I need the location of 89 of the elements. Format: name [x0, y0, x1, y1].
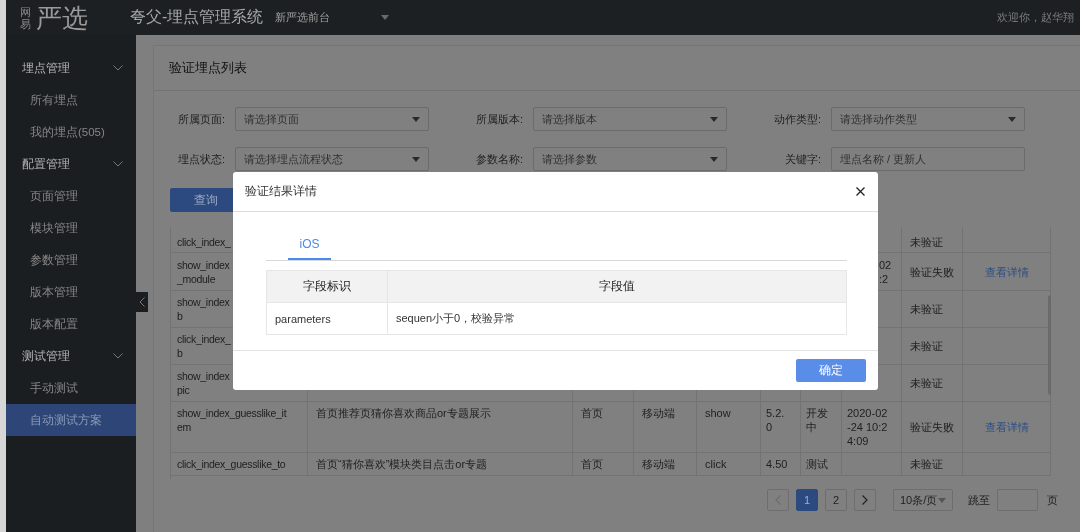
placeholder-text: 请选择版本 [542, 111, 597, 127]
card-title: 验证埋点列表 [169, 59, 247, 77]
detail-link[interactable]: 查看详情 [963, 253, 1051, 290]
group-title: 测试管理 [22, 348, 70, 364]
column-header: 字段值 [598, 278, 636, 295]
logo-text: 网易 [20, 5, 32, 30]
field-label: 所属页面: [176, 111, 226, 127]
sidebar-group[interactable]: 埋点管理 [6, 52, 136, 84]
select-field[interactable]: 请选择参数 [533, 147, 727, 171]
table-cell: show [697, 402, 761, 452]
jump-label: 跳至 [968, 492, 990, 508]
table-cell: 5.2. 0 [761, 402, 801, 452]
table-cell: 未验证 [902, 453, 963, 475]
sidebar-item[interactable]: 版本管理 [6, 276, 136, 308]
page-button[interactable]: 1 [796, 489, 818, 511]
collapse-button[interactable] [136, 292, 148, 312]
table-cell: 首页 [573, 402, 634, 452]
table-cell: 未验证 [902, 227, 963, 252]
field-label: 参数名称: [474, 151, 524, 167]
close-icon [856, 187, 865, 196]
tab[interactable]: iOS [288, 230, 331, 260]
table-cell: 验证失败 [902, 253, 963, 290]
table-cell: 测试 [801, 453, 842, 475]
group-title: 埋点管理 [22, 60, 70, 76]
project-label: 新严选前台 [275, 10, 331, 25]
page-button[interactable]: 2 [825, 489, 847, 511]
table-cell: 未验证 [902, 328, 963, 364]
sidebar-item[interactable]: 手动测试 [6, 372, 136, 404]
caret-icon [710, 156, 718, 162]
caret-icon [412, 156, 420, 162]
close-button[interactable] [855, 186, 866, 197]
chevron-left-icon [139, 297, 145, 307]
field-label: 动作类型: [772, 111, 822, 127]
project-dropdown[interactable]: 新严选前台 [275, 10, 390, 25]
placeholder-text: 请选择动作类型 [840, 111, 917, 127]
caret-icon [710, 116, 718, 122]
column-header: 字段标识 [267, 271, 388, 302]
table-cell: 首页 [573, 453, 634, 475]
chevron-right-icon [862, 495, 868, 505]
caret-icon [412, 116, 420, 122]
detail-link[interactable]: 查看详情 [963, 402, 1051, 452]
table-cell: 验证失败 [902, 402, 963, 452]
logo-text: 严选 [36, 2, 88, 33]
table-cell: 未验证 [902, 365, 963, 401]
sidebar-group[interactable]: 配置管理 [6, 148, 136, 180]
table-cell: click [697, 453, 761, 475]
select-field[interactable]: 请选择埋点流程状态 [235, 147, 429, 171]
sidebar-item[interactable]: 参数管理 [6, 244, 136, 276]
caret-icon [381, 15, 390, 20]
page-size-select[interactable]: 10条/页 [893, 489, 953, 511]
welcome-text: 欢迎你，赵华翔 [997, 10, 1074, 25]
select-field[interactable]: 请选择动作类型 [831, 107, 1025, 131]
placeholder-text: 请选择埋点流程状态 [244, 151, 343, 167]
sidebar-group[interactable]: 测试管理 [6, 340, 136, 372]
table-cell: 4.50 [761, 453, 801, 475]
sidebar-item[interactable]: 模块管理 [6, 212, 136, 244]
table-cell: parameters [267, 303, 388, 334]
table-cell: 首页“猜你喜欢”模块类目点击or专题 [308, 453, 573, 475]
group-title: 配置管理 [22, 156, 70, 172]
field-label: 埋点状态: [176, 151, 226, 167]
table-cell: click_index_guesslike_to [171, 453, 308, 475]
table-cell: 移动端 [634, 453, 697, 475]
sidebar-item[interactable]: 我的埋点(505) [6, 116, 136, 148]
placeholder-text: 请选择参数 [542, 151, 597, 167]
table-cell: 未验证 [902, 291, 963, 327]
sidebar-item[interactable]: 页面管理 [6, 180, 136, 212]
placeholder-text: 请选择页面 [244, 111, 299, 127]
table-cell: 首页推荐页猜你喜欢商品or专题展示 [308, 402, 573, 452]
app-title: 夸父-埋点管理系统 [130, 7, 264, 27]
page-size-label: 10条/页 [900, 492, 938, 508]
input-field[interactable]: 埋点名称 / 更新人 [831, 147, 1025, 171]
caret-icon [1008, 116, 1016, 122]
select-field[interactable]: 请选择页面 [235, 107, 429, 131]
sidebar-item[interactable]: 自动测试方案 [6, 404, 136, 436]
caret-icon [938, 497, 946, 503]
next-page-button[interactable] [854, 489, 876, 511]
page-unit-label: 页 [1047, 492, 1058, 508]
table-cell: 2020-02 -24 10:2 4:09 [842, 402, 902, 452]
select-field[interactable]: 请选择版本 [533, 107, 727, 131]
table-cell: 移动端 [634, 402, 697, 452]
table-cell: show_index_guesslike_it em [171, 402, 308, 452]
confirm-button[interactable]: 确定 [796, 359, 866, 382]
sidebar-item[interactable]: 版本配置 [6, 308, 136, 340]
table-cell: 开发中 [801, 402, 842, 452]
field-label: 关键字: [783, 151, 822, 167]
dialog-title: 验证结果详情 [245, 184, 317, 199]
table-cell-text: sequen小于0，校验异常 [395, 311, 517, 326]
field-label: 所属版本: [474, 111, 524, 127]
sidebar-item[interactable]: 所有埋点 [6, 84, 136, 116]
